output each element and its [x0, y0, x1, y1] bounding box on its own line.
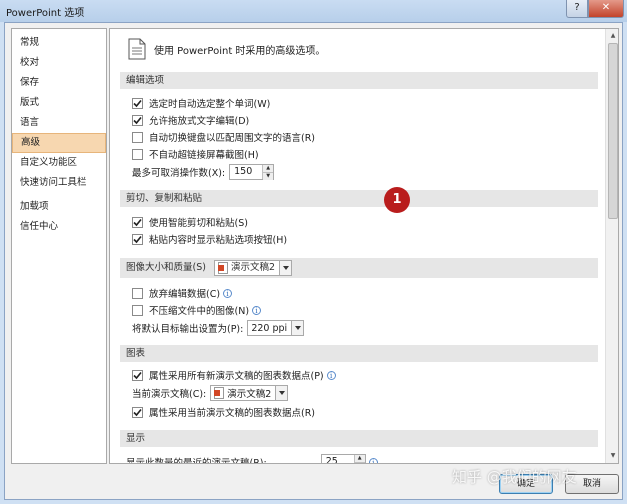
- nav-item-save[interactable]: 保存: [12, 73, 106, 93]
- section-header-display: 显示: [120, 430, 598, 447]
- option-label: 不压缩文件中的图像(N): [149, 306, 250, 317]
- spin-down-icon[interactable]: ▼: [263, 172, 274, 180]
- resolution-label: 将默认目标输出设置为(P):: [132, 324, 244, 335]
- current-presentation-row: 当前演示文稿(C): 演示文稿2: [132, 384, 289, 402]
- section-header-image: 图像大小和质量(S) 演示文稿2: [120, 258, 598, 278]
- powerpoint-file-icon: [217, 262, 228, 274]
- option-select-whole-word[interactable]: 选定时自动选定整个单词(W): [132, 95, 270, 111]
- resolution-row: 将默认目标输出设置为(P): 220 ppi: [132, 319, 305, 337]
- nav-item-advanced[interactable]: 高级: [12, 133, 106, 153]
- checkbox[interactable]: [132, 216, 143, 228]
- option-show-paste-options[interactable]: 粘贴内容时显示粘贴选项按钮(H): [132, 231, 287, 247]
- option-smart-cut-paste[interactable]: 使用智能剪切和粘贴(S): [132, 214, 248, 230]
- nav-item-layout[interactable]: 版式: [12, 93, 106, 113]
- option-label: 选定时自动选定整个单词(W): [149, 99, 271, 110]
- check-icon: [133, 371, 142, 379]
- option-auto-switch-keyboard[interactable]: 自动切换键盘以匹配周围文字的语言(R): [132, 129, 315, 145]
- advanced-options-panel: 使用 PowerPoint 时采用的高级选项。 编辑选项 选定时自动选定整个单词…: [109, 28, 619, 464]
- check-icon: [133, 116, 142, 124]
- nav-item-quick-access-toolbar[interactable]: 快速访问工具栏: [12, 173, 106, 193]
- scroll-down-icon[interactable]: ▼: [608, 451, 618, 461]
- undo-count-stepper[interactable]: 150 ▲ ▼: [229, 164, 275, 180]
- recent-presentations-row: 显示此数量的最近的演示文稿(R): 25 ▲▼ i: [126, 453, 378, 464]
- checkbox[interactable]: [132, 233, 143, 245]
- recent-presentations-stepper[interactable]: 25 ▲▼: [320, 454, 366, 463]
- info-icon: i: [326, 370, 336, 380]
- chevron-down-icon[interactable]: [279, 261, 291, 275]
- current-presentation-label: 当前演示文稿(C):: [132, 389, 207, 400]
- current-presentation-value: 演示文稿2: [227, 389, 272, 400]
- checkbox[interactable]: [132, 114, 143, 126]
- scroll-up-icon[interactable]: ▲: [608, 31, 618, 41]
- intro-text: 使用 PowerPoint 时采用的高级选项。: [154, 45, 326, 57]
- current-presentation-select[interactable]: 演示文稿2: [210, 385, 289, 401]
- section-header-chart: 图表: [120, 345, 598, 362]
- option-label: 放弃编辑数据(C): [149, 289, 221, 300]
- scroll-thumb[interactable]: [608, 43, 618, 219]
- options-dialog: 常规 校对 保存 版式 语言 高级 自定义功能区 快速访问工具栏 加载项 信任中…: [4, 22, 623, 500]
- help-button[interactable]: ?: [566, 0, 588, 18]
- chevron-down-icon[interactable]: [291, 321, 304, 335]
- intro: 使用 PowerPoint 时采用的高级选项。: [128, 35, 325, 63]
- info-icon: i: [223, 288, 233, 298]
- option-label: 属性采用当前演示文稿的图表数据点(R): [149, 408, 316, 419]
- callout-marker: 1: [384, 187, 410, 213]
- checkbox[interactable]: [132, 287, 143, 299]
- checkbox[interactable]: [132, 369, 143, 381]
- checkbox[interactable]: [132, 97, 143, 109]
- vertical-scrollbar[interactable]: ▲ ▼: [605, 29, 618, 463]
- option-label: 不自动超链接屏幕截图(H): [149, 150, 259, 161]
- option-label: 允许拖放式文字编辑(D): [149, 116, 250, 127]
- section-header-editing: 编辑选项: [120, 72, 598, 89]
- close-button[interactable]: ✕: [588, 0, 624, 18]
- option-no-compress-images[interactable]: 不压缩文件中的图像(N) i: [132, 302, 262, 318]
- image-document-value: 演示文稿2: [230, 262, 275, 273]
- checkbox[interactable]: [132, 304, 143, 316]
- document-settings-icon: [128, 38, 146, 60]
- powerpoint-file-icon: [214, 387, 225, 399]
- checkbox[interactable]: [132, 131, 143, 143]
- info-icon: i: [368, 457, 378, 463]
- watermark: 知乎 @我们的网友: [452, 468, 577, 486]
- title-bar: PowerPoint 选项 ? ✕: [0, 0, 627, 22]
- option-chart-data-current[interactable]: 属性采用当前演示文稿的图表数据点(R): [132, 404, 315, 420]
- option-discard-edit-data[interactable]: 放弃编辑数据(C) i: [132, 285, 233, 301]
- option-label: 自动切换键盘以匹配周围文字的语言(R): [149, 133, 316, 144]
- nav-item-general[interactable]: 常规: [12, 33, 106, 53]
- window-title: PowerPoint 选项: [6, 8, 85, 19]
- undo-count-value[interactable]: 150: [230, 165, 262, 179]
- check-icon: [133, 408, 142, 416]
- checkbox[interactable]: [132, 148, 143, 160]
- nav-item-language[interactable]: 语言: [12, 113, 106, 133]
- info-icon: i: [252, 305, 262, 315]
- nav-item-proofing[interactable]: 校对: [12, 53, 106, 73]
- option-label: 粘贴内容时显示粘贴选项按钮(H): [149, 235, 288, 246]
- spin-up-icon[interactable]: ▲: [263, 165, 274, 172]
- undo-count-label: 最多可取消操作数(X):: [132, 168, 226, 179]
- check-icon: [133, 235, 142, 243]
- nav-item-add-ins[interactable]: 加载项: [12, 197, 106, 217]
- checkbox[interactable]: [132, 406, 143, 418]
- check-icon: [133, 99, 142, 107]
- check-icon: [133, 218, 142, 226]
- section-header-clipboard: 剪切、复制和粘贴: [120, 190, 598, 207]
- recent-presentations-value[interactable]: 25: [322, 455, 354, 463]
- category-nav: 常规 校对 保存 版式 语言 高级 自定义功能区 快速访问工具栏 加载项 信任中…: [11, 28, 107, 464]
- undo-count-row: 最多可取消操作数(X): 150 ▲ ▼: [132, 163, 275, 181]
- nav-item-customize-ribbon[interactable]: 自定义功能区: [12, 153, 106, 173]
- spin-down-icon[interactable]: ▼: [354, 462, 365, 463]
- section-header-image-label: 图像大小和质量(S): [126, 262, 206, 273]
- image-document-select[interactable]: 演示文稿2: [213, 260, 292, 276]
- option-chart-data-all-new[interactable]: 属性采用所有新演示文稿的图表数据点(P) i: [132, 367, 336, 383]
- option-no-auto-hyperlink-screenshot[interactable]: 不自动超链接屏幕截图(H): [132, 146, 259, 162]
- recent-presentations-label: 显示此数量的最近的演示文稿(R):: [126, 458, 267, 464]
- chevron-down-icon[interactable]: [275, 386, 288, 400]
- nav-item-trust-center[interactable]: 信任中心: [12, 217, 106, 237]
- spin-up-icon[interactable]: ▲: [354, 455, 365, 462]
- resolution-select[interactable]: 220 ppi: [247, 320, 305, 336]
- resolution-value: 220 ppi: [251, 322, 288, 334]
- option-drag-drop-editing[interactable]: 允许拖放式文字编辑(D): [132, 112, 249, 128]
- option-label: 使用智能剪切和粘贴(S): [149, 218, 248, 229]
- option-label: 属性采用所有新演示文稿的图表数据点(P): [149, 371, 324, 382]
